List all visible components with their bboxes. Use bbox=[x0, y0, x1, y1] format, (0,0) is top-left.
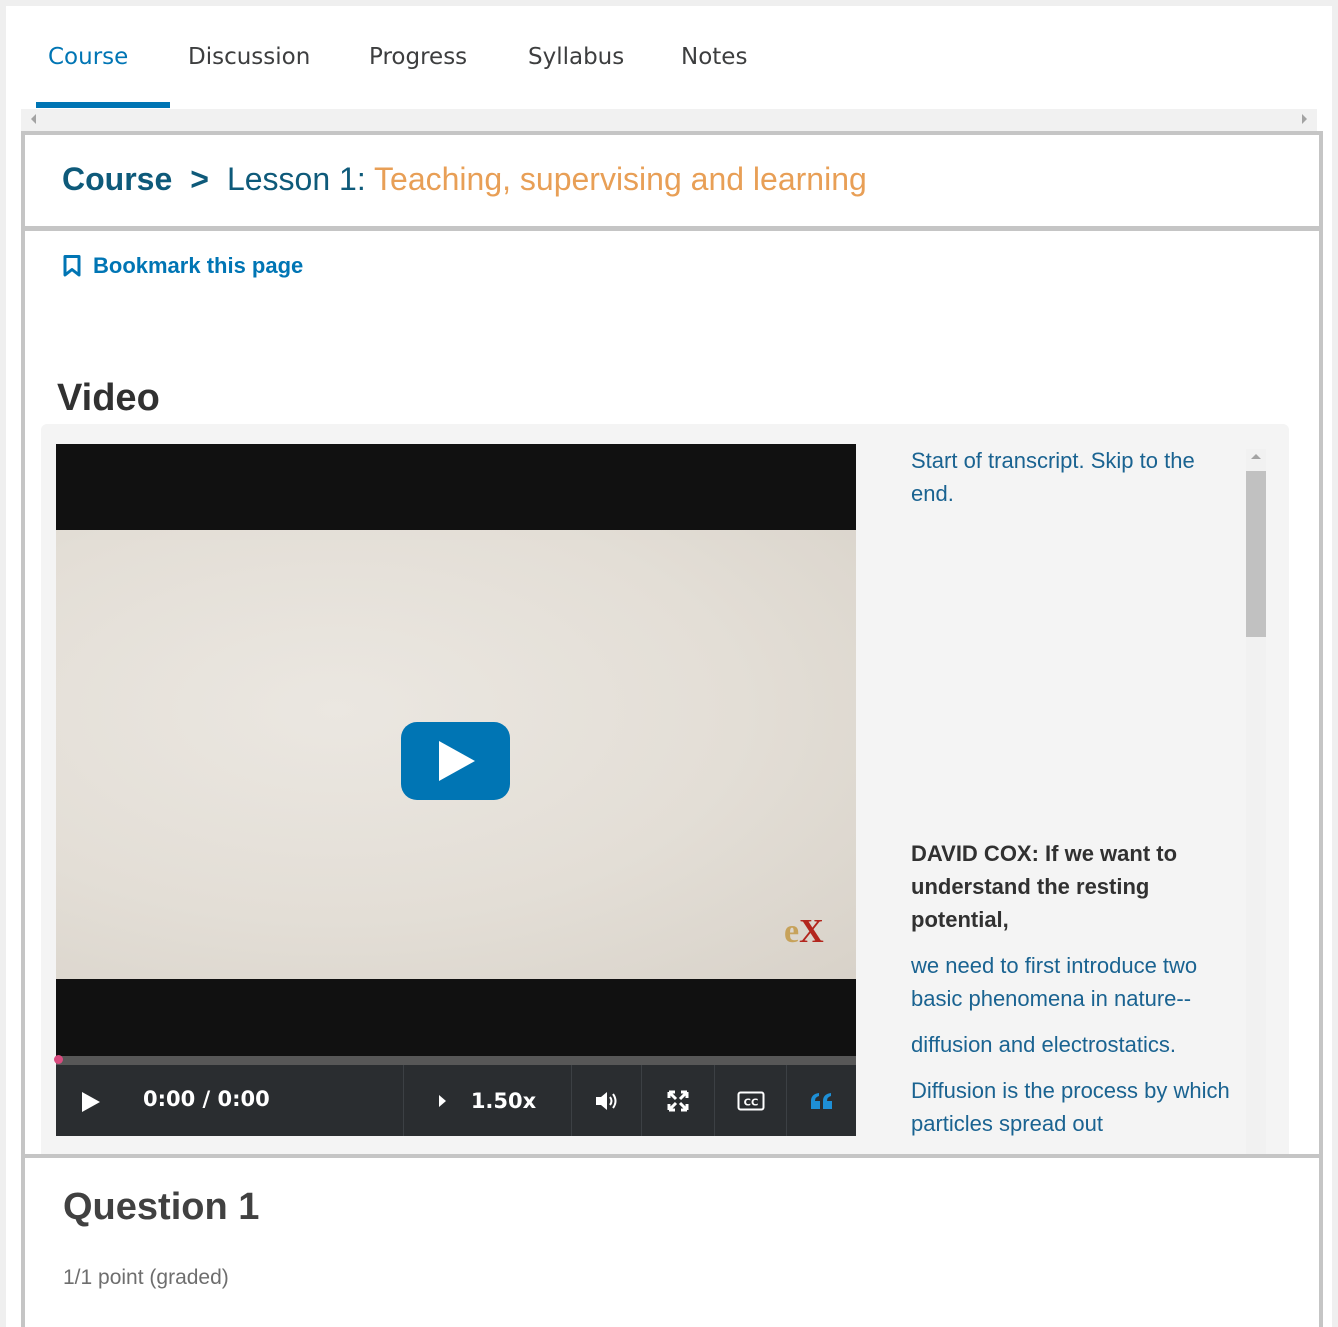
question-points: 1/1 point (graded) bbox=[63, 1266, 229, 1289]
play-icon[interactable] bbox=[82, 1092, 100, 1112]
scroll-left-icon[interactable] bbox=[31, 114, 36, 124]
unit-content: Bookmark this page Video eX 0:00 / 0:00 bbox=[21, 228, 1323, 1161]
breadcrumb-course-link[interactable]: Course bbox=[62, 161, 172, 197]
transcript-panel[interactable]: Start of transcript. Skip to the end. DA… bbox=[911, 444, 1241, 1161]
active-tab-indicator bbox=[36, 102, 170, 108]
video-progress-slider[interactable] bbox=[54, 1055, 856, 1065]
speed-value: 1.50x bbox=[470, 1088, 537, 1113]
video-frame[interactable]: eX bbox=[56, 530, 856, 979]
transcript-skip-link[interactable]: Start of transcript. Skip to the end. bbox=[911, 444, 1241, 510]
tab-course[interactable]: Course bbox=[48, 44, 128, 70]
scroll-right-icon[interactable] bbox=[1302, 114, 1307, 124]
page: Course Discussion Progress Syllabus Note… bbox=[6, 6, 1332, 1327]
question-title: Question 1 bbox=[63, 1186, 260, 1228]
edx-logo-watermark: eX bbox=[784, 913, 824, 950]
transcript-line[interactable]: diffusion and electrostatics. bbox=[911, 1028, 1241, 1061]
tab-syllabus[interactable]: Syllabus bbox=[528, 44, 624, 70]
video-section: eX 0:00 / 0:00 1.50x CC Start of transcr… bbox=[41, 424, 1289, 1161]
transcript-toggle-button[interactable] bbox=[786, 1065, 856, 1136]
speed-button[interactable]: 1.50x bbox=[403, 1065, 571, 1136]
course-tabs: Course Discussion Progress Syllabus Note… bbox=[21, 6, 1311, 109]
transcript-line[interactable]: Diffusion is the process by which partic… bbox=[911, 1074, 1241, 1140]
bookmark-button[interactable]: Bookmark this page bbox=[63, 253, 303, 279]
breadcrumb-container: Course > Lesson 1: Teaching, supervising a… bbox=[21, 131, 1323, 229]
tab-discussion[interactable]: Discussion bbox=[188, 44, 310, 70]
scroll-up-icon[interactable] bbox=[1251, 454, 1261, 459]
breadcrumb-lesson: Lesson 1 bbox=[226, 161, 357, 197]
video-heading: Video bbox=[57, 377, 160, 419]
horizontal-scrollbar[interactable] bbox=[21, 109, 1317, 131]
fullscreen-icon bbox=[667, 1090, 689, 1111]
bookmark-icon bbox=[63, 255, 81, 277]
scrollbar-thumb[interactable] bbox=[1246, 471, 1266, 637]
svg-text:CC: CC bbox=[743, 1097, 758, 1108]
closed-captions-button[interactable]: CC bbox=[714, 1065, 786, 1136]
breadcrumb: Course > Lesson 1: Teaching, supervising a… bbox=[62, 161, 867, 198]
closed-captions-icon: CC bbox=[737, 1091, 764, 1110]
transcript-quote-icon bbox=[810, 1092, 832, 1109]
breadcrumb-separator: > bbox=[190, 161, 209, 197]
speed-caret-icon bbox=[438, 1094, 446, 1107]
big-play-button[interactable] bbox=[401, 722, 510, 800]
tab-progress[interactable]: Progress bbox=[369, 44, 467, 70]
transcript-line-active[interactable]: DAVID COX: If we want to understand the … bbox=[911, 837, 1241, 936]
video-player[interactable]: eX 0:00 / 0:00 1.50x CC bbox=[54, 444, 856, 1136]
transcript-line[interactable]: we need to first introduce two basic phe… bbox=[911, 949, 1241, 1015]
breadcrumb-lesson-title: Teaching, supervising and learning bbox=[365, 161, 867, 197]
fullscreen-button[interactable] bbox=[641, 1065, 714, 1136]
progress-handle[interactable] bbox=[54, 1055, 63, 1064]
volume-icon bbox=[595, 1091, 616, 1110]
video-controls: 0:00 / 0:00 1.50x CC bbox=[56, 1065, 856, 1136]
breadcrumb-colon: : bbox=[356, 161, 366, 197]
transcript-scrollbar[interactable] bbox=[1246, 449, 1266, 1161]
video-time: 0:00 / 0:00 bbox=[143, 1087, 270, 1111]
question-container: Question 1 1/1 point (graded) bbox=[21, 1154, 1323, 1327]
bookmark-label: Bookmark this page bbox=[93, 253, 304, 278]
volume-button[interactable] bbox=[571, 1065, 641, 1136]
tab-notes[interactable]: Notes bbox=[681, 44, 747, 70]
